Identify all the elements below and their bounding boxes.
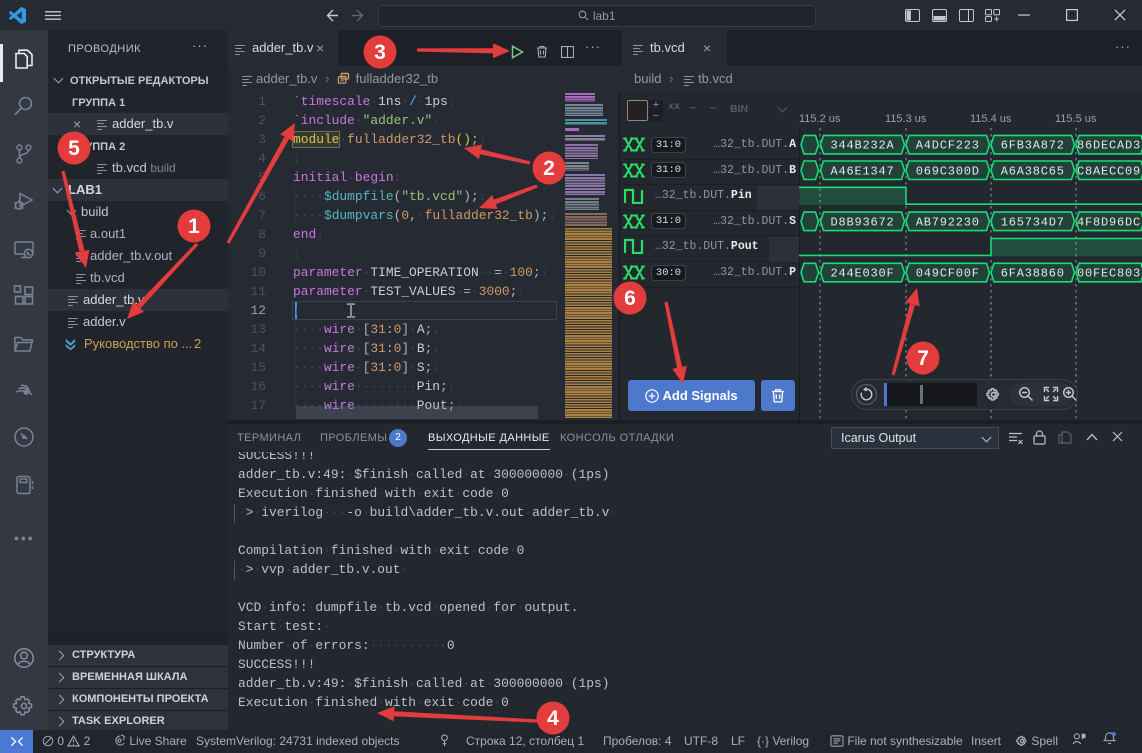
svg-text:244E030F: 244E030F	[830, 267, 894, 281]
svg-text:AB792230: AB792230	[916, 215, 980, 229]
svg-text:A6A38C65: A6A38C65	[1001, 164, 1065, 178]
svg-text:6FB3A872: 6FB3A872	[1001, 139, 1065, 153]
svg-text:D8B93672: D8B93672	[830, 215, 894, 229]
svg-text:4F8D96DC: 4F8D96DC	[1077, 215, 1141, 229]
svg-text:6FA38860: 6FA38860	[1001, 267, 1065, 281]
svg-text:86DECAD3: 86DECAD3	[1077, 139, 1141, 153]
svg-text:A4DCF223: A4DCF223	[916, 139, 980, 153]
svg-text:00FEC803: 00FEC803	[1077, 267, 1141, 281]
svg-text:C8AECC09: C8AECC09	[1077, 164, 1141, 178]
svg-text:069C300D: 069C300D	[916, 164, 980, 178]
svg-text:A46E1347: A46E1347	[830, 164, 894, 178]
svg-text:049CF00F: 049CF00F	[916, 267, 980, 281]
svg-text:344B232A: 344B232A	[830, 139, 894, 153]
svg-text:165734D7: 165734D7	[1001, 215, 1065, 229]
